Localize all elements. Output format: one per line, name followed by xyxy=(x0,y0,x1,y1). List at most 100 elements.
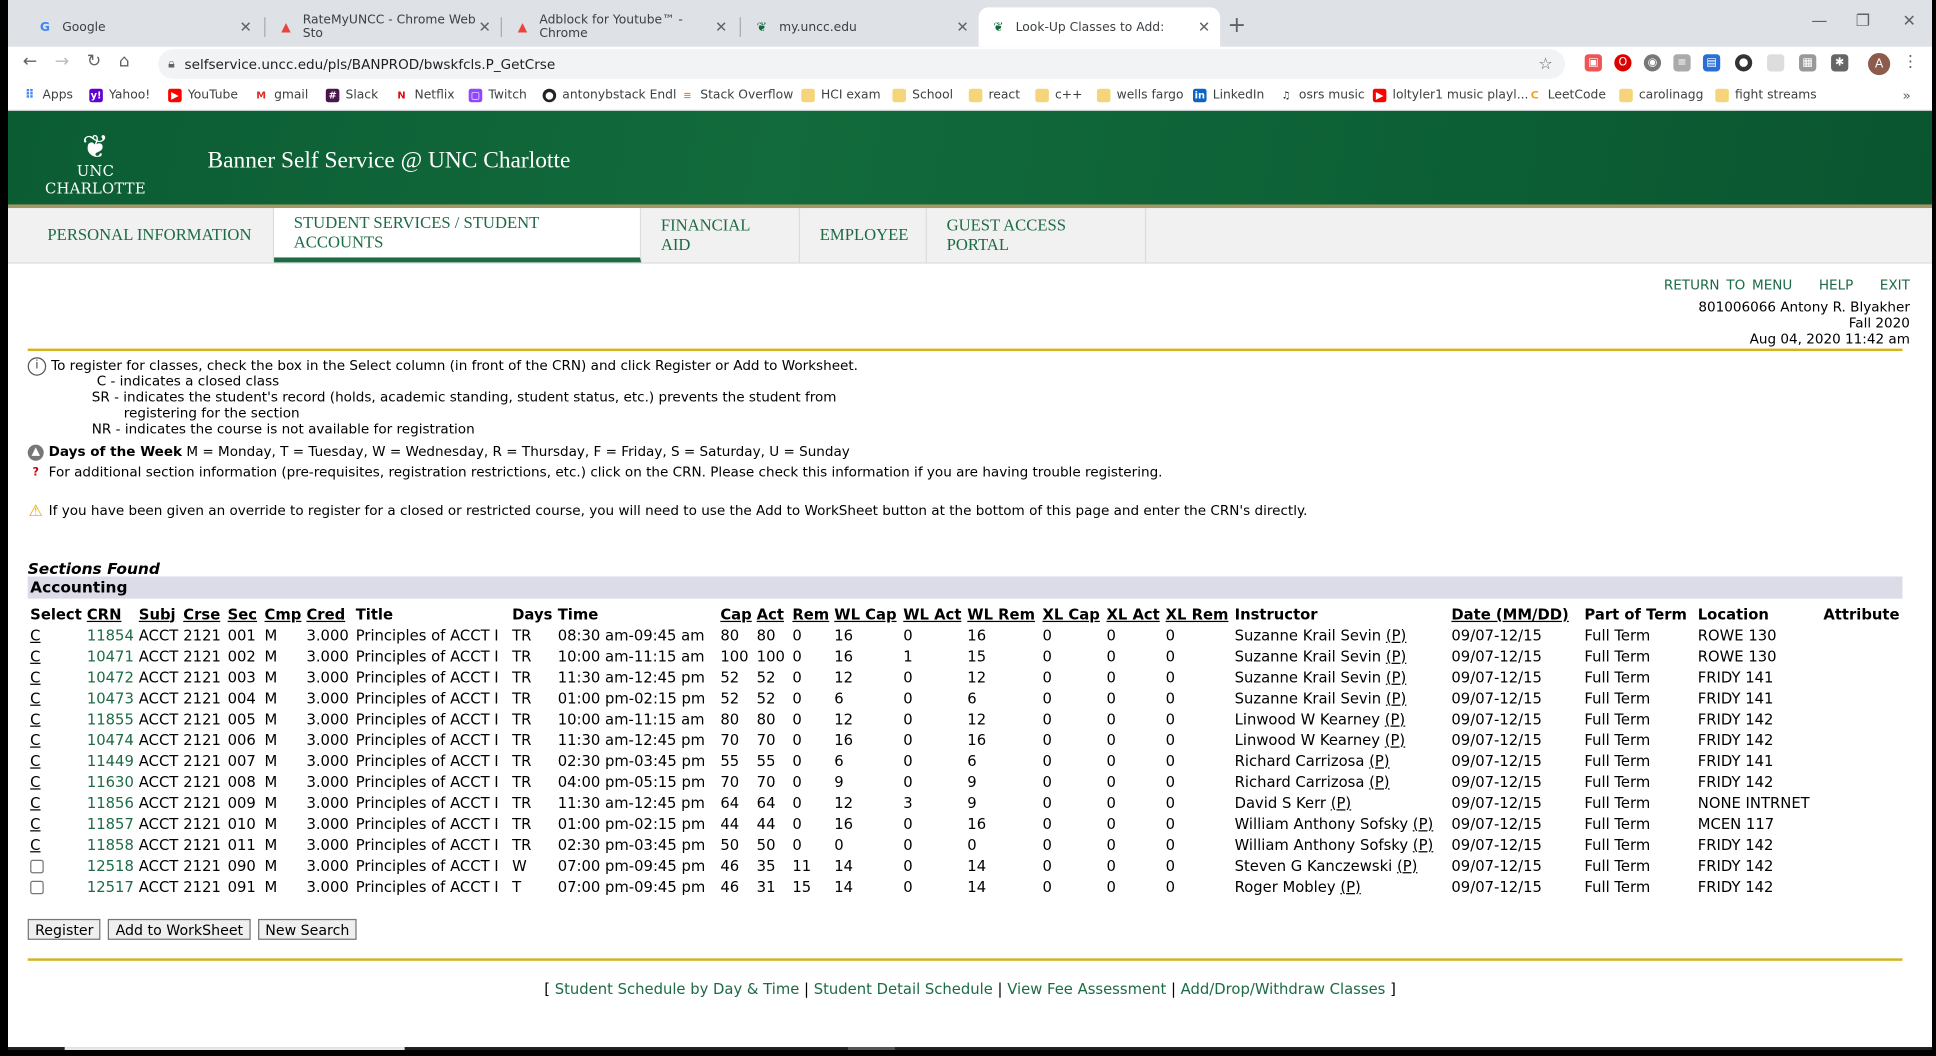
home-icon[interactable]: ⌂ xyxy=(119,52,130,72)
close-tab-icon[interactable]: ✕ xyxy=(240,18,252,35)
tab-google[interactable]: G Google ✕ xyxy=(25,7,262,46)
detail-schedule-link[interactable]: Student Detail Schedule xyxy=(814,981,993,998)
bookmark-youtube[interactable]: ▶ YouTube xyxy=(168,88,238,103)
cell-crn[interactable]: 10472 xyxy=(84,666,136,687)
cell-crn[interactable]: 11630 xyxy=(84,771,136,792)
tab-my-uncc[interactable]: ❦ my.uncc.edu ✕ xyxy=(742,7,979,46)
bookmark-github[interactable]: ● antonybstack Endl xyxy=(542,88,676,103)
col-xl-rem[interactable]: XL Rem xyxy=(1163,604,1232,625)
bookmark-twitch[interactable]: ▢ Twitch xyxy=(468,88,527,103)
col-xl-cap[interactable]: XL Cap xyxy=(1040,604,1104,625)
col-wl-cap[interactable]: WL Cap xyxy=(832,604,901,625)
extension-icon[interactable]: ● xyxy=(1734,54,1753,72)
cell-crn[interactable]: 11857 xyxy=(84,813,136,834)
cell-crn[interactable]: 12517 xyxy=(84,876,136,897)
bookmark-yahoo[interactable]: y! Yahoo! xyxy=(89,88,150,103)
puzzle-icon[interactable]: ✱ xyxy=(1831,54,1849,72)
cell-crn[interactable]: 12518 xyxy=(84,855,136,876)
col-crse[interactable]: Crse xyxy=(181,604,225,625)
tab-adblock[interactable]: ▲ Adblock for Youtube™ - Chrome ✕ xyxy=(503,7,737,46)
select-cell[interactable] xyxy=(28,855,85,876)
bookmark-leetcode[interactable]: ᑕ LeetCode xyxy=(1528,89,1606,103)
close-window-button[interactable]: ✕ xyxy=(1903,12,1916,30)
close-tab-icon[interactable]: ✕ xyxy=(1198,18,1210,35)
bookmark-netflix[interactable]: N Netflix xyxy=(395,89,454,103)
exit-link[interactable]: EXIT xyxy=(1880,277,1910,293)
col-cap[interactable]: Cap xyxy=(718,604,754,625)
extension-icon[interactable]: ▣ xyxy=(1584,54,1602,72)
add-to-worksheet-button[interactable]: Add to WorkSheet xyxy=(108,918,251,940)
select-checkbox[interactable] xyxy=(30,859,44,873)
select-cell[interactable] xyxy=(28,876,85,897)
col-date[interactable]: Date (MM/DD) xyxy=(1449,604,1582,625)
nav-personal-information[interactable]: PERSONAL INFORMATION xyxy=(28,208,275,263)
new-tab-button[interactable]: + xyxy=(1227,12,1246,38)
bookmark-apps[interactable]: ⠿ Apps xyxy=(23,89,73,103)
fee-assessment-link[interactable]: View Fee Assessment xyxy=(1007,981,1166,998)
taskbar-item[interactable] xyxy=(848,1047,895,1050)
extension-icon[interactable]: ◉ xyxy=(1643,54,1662,72)
bookmark-carolinagg[interactable]: carolinagg xyxy=(1619,88,1703,103)
bookmark-star-icon[interactable]: ☆ xyxy=(1538,55,1552,73)
reload-icon[interactable]: ↻ xyxy=(87,52,101,72)
bookmark-stackoverflow[interactable]: ≡ Stack Overflow xyxy=(681,89,793,103)
col-wl-act[interactable]: WL Act xyxy=(901,604,965,625)
restore-button[interactable]: ❐ xyxy=(1856,12,1870,30)
profile-avatar[interactable]: A xyxy=(1868,52,1891,76)
uncc-logo[interactable]: ❦ UNC CHARLOTTE xyxy=(28,132,163,197)
select-checkbox[interactable] xyxy=(30,880,44,894)
address-bar[interactable]: 🔒︎ selfservice.uncc.edu/pls/BANPROD/bwsk… xyxy=(158,49,1565,79)
bookmark-hci-exam[interactable]: HCI exam xyxy=(801,88,881,103)
col-wl-rem[interactable]: WL Rem xyxy=(965,604,1040,625)
close-tab-icon[interactable]: ✕ xyxy=(715,18,727,35)
opera-icon[interactable]: O xyxy=(1614,54,1632,72)
bookmark-fight-streams[interactable]: fight streams xyxy=(1715,88,1817,103)
forward-arrow-icon[interactable]: → xyxy=(55,52,69,72)
extension-icon[interactable]: ≡ xyxy=(1673,54,1691,72)
close-tab-icon[interactable]: ✕ xyxy=(478,18,490,35)
bookmark-school[interactable]: School xyxy=(892,88,953,103)
nav-student-services[interactable]: STUDENT SERVICES / STUDENT ACCOUNTS xyxy=(274,208,642,263)
col-crn[interactable]: CRN xyxy=(84,604,136,625)
tab-ratemyuncc[interactable]: ▲ RateMyUNCC - Chrome Web Sto ✕ xyxy=(267,7,501,46)
bookmark-linkedin[interactable]: in LinkedIn xyxy=(1192,88,1264,103)
new-search-button[interactable]: New Search xyxy=(257,918,357,940)
tab-lookup-classes[interactable]: ❦ Look-Up Classes to Add: ✕ xyxy=(978,7,1221,47)
bookmark-slack[interactable]: # Slack xyxy=(325,88,378,103)
return-to-menu-link[interactable]: RETURN TO MENU xyxy=(1664,277,1793,293)
bookmark-react[interactable]: react xyxy=(968,88,1020,103)
register-button[interactable]: Register xyxy=(27,918,101,940)
menu-kebab-icon[interactable]: ⋮ xyxy=(1903,53,1919,71)
nav-guest-access-portal[interactable]: GUEST ACCESS PORTAL xyxy=(927,208,1147,263)
col-sec[interactable]: Sec xyxy=(225,604,262,625)
more-bookmarks-icon[interactable]: » xyxy=(1903,87,1911,103)
bookmark-loltyler1[interactable]: ▶ loltyler1 music playl... xyxy=(1372,88,1528,103)
help-link[interactable]: HELP xyxy=(1819,277,1853,293)
cell-crn[interactable]: 11855 xyxy=(84,708,136,729)
col-cred[interactable]: Cred xyxy=(304,604,353,625)
add-drop-link[interactable]: Add/Drop/Withdraw Classes xyxy=(1181,981,1386,998)
cell-crn[interactable]: 11449 xyxy=(84,750,136,771)
cell-crn[interactable]: 11854 xyxy=(84,625,136,646)
close-tab-icon[interactable]: ✕ xyxy=(956,18,968,35)
col-xl-act[interactable]: XL Act xyxy=(1104,604,1163,625)
cell-crn[interactable]: 10473 xyxy=(84,687,136,708)
schedule-by-day-link[interactable]: Student Schedule by Day & Time xyxy=(555,981,800,998)
extension-icon[interactable]: ▦ xyxy=(1799,54,1817,72)
extension-icon[interactable] xyxy=(1767,54,1785,72)
col-rem[interactable]: Rem xyxy=(790,604,832,625)
col-cmp[interactable]: Cmp xyxy=(262,604,304,625)
cell-crn[interactable]: 10474 xyxy=(84,729,136,750)
col-subj[interactable]: Subj xyxy=(136,604,180,625)
bookmark-osrs-music[interactable]: ♫ osrs music xyxy=(1279,89,1365,103)
nav-employee[interactable]: EMPLOYEE xyxy=(800,208,927,263)
extension-new-icon[interactable]: ▤ xyxy=(1702,54,1721,72)
back-arrow-icon[interactable]: ← xyxy=(23,52,37,72)
taskbar-item[interactable] xyxy=(64,1047,405,1050)
nav-financial-aid[interactable]: FINANCIAL AID xyxy=(641,208,801,263)
cell-crn[interactable]: 10471 xyxy=(84,645,136,666)
minimize-button[interactable]: — xyxy=(1811,12,1827,30)
bookmark-cpp[interactable]: c++ xyxy=(1035,88,1082,103)
bookmark-wells-fargo[interactable]: wells fargo xyxy=(1096,88,1184,103)
bookmark-gmail[interactable]: Mgmail xyxy=(254,89,308,103)
